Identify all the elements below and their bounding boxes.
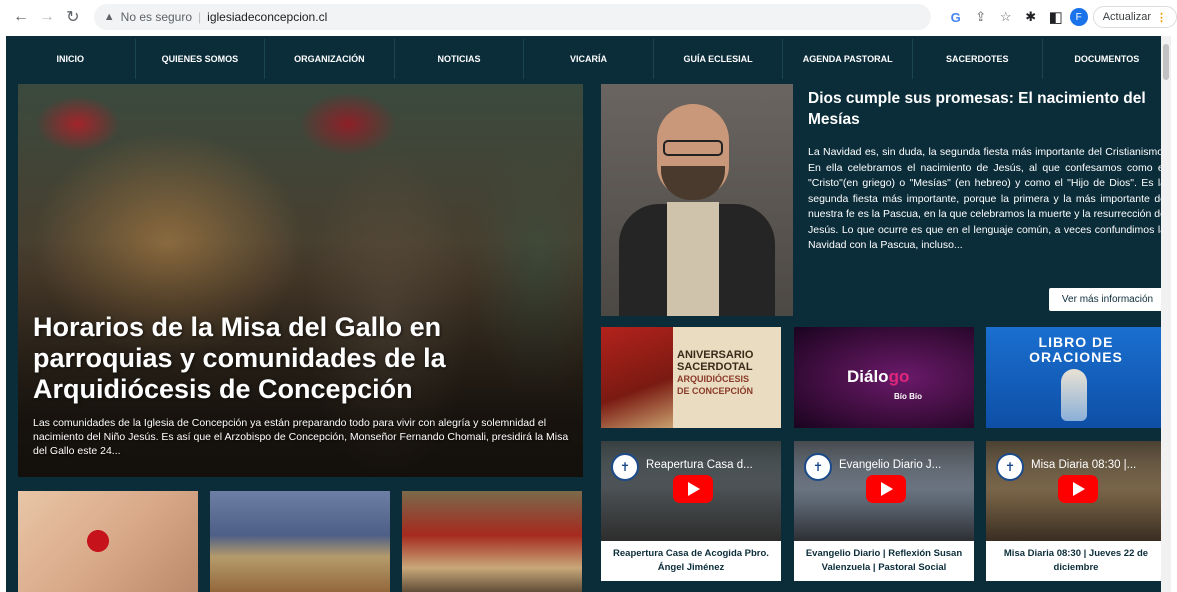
banner-dialogo-subtitle: Bío Bío <box>894 392 922 401</box>
channel-logo-icon[interactable]: ✝ <box>804 453 832 481</box>
browser-actions: G ⇪ ☆ ✱ ◧ F Actualizar ⋮ <box>945 6 1177 28</box>
news-thumbnail-pope[interactable] <box>402 491 582 592</box>
nav-documentos[interactable]: DOCUMENTOS <box>1043 39 1172 79</box>
forward-arrow-icon[interactable]: → <box>36 6 58 28</box>
hero-article[interactable]: Horarios de la Misa del Gallo en parroqu… <box>18 84 583 477</box>
banner-aniversario-sacerdotal[interactable]: ANIVERSARIO SACERDOTAL ARQUIDIÓCESIS DE … <box>601 327 781 428</box>
nav-guia-eclesial[interactable]: GUÍA ECLESIAL <box>654 39 784 79</box>
photo-glasses <box>663 140 723 156</box>
back-arrow-icon[interactable]: ← <box>10 6 32 28</box>
main-navigation: INICIO QUIENES SOMOS ORGANIZACIÓN NOTICI… <box>6 39 1171 79</box>
youtube-play-icon[interactable] <box>866 475 906 503</box>
banner-libro-title: LIBRO DE ORACIONES <box>1029 334 1123 365</box>
extensions-puzzle-icon[interactable]: ✱ <box>1020 6 1042 28</box>
browser-toolbar: ← → ↻ ▲ No es seguro | iglesiadeconcepci… <box>0 0 1177 34</box>
more-info-button[interactable]: Ver más información <box>1049 288 1166 311</box>
warning-icon[interactable]: ▲ <box>104 11 115 23</box>
google-translate-icon[interactable]: G <box>945 6 967 28</box>
side-panel-icon[interactable]: ◧ <box>1045 6 1067 28</box>
nav-quienes-somos[interactable]: QUIENES SOMOS <box>136 39 266 79</box>
hero-title[interactable]: Horarios de la Misa del Gallo en parroqu… <box>33 312 573 405</box>
url-separator: | <box>198 10 202 24</box>
virgin-statue-image <box>1061 369 1087 421</box>
nav-noticias[interactable]: NOTICIAS <box>395 39 525 79</box>
video-card[interactable]: ✝ Misa Diaria 08:30 |... Misa Diaria 08:… <box>986 441 1166 581</box>
channel-logo-icon[interactable]: ✝ <box>996 453 1024 481</box>
channel-logo-icon[interactable]: ✝ <box>611 453 639 481</box>
video-embed-title[interactable]: Misa Diaria 08:30 |... <box>1031 459 1159 471</box>
video-caption[interactable]: Reapertura Casa de Acogida Pbro. Ángel J… <box>605 547 777 575</box>
share-icon[interactable]: ⇪ <box>970 6 992 28</box>
video-caption[interactable]: Misa Diaria 08:30 | Jueves 22 de diciemb… <box>990 547 1162 575</box>
video-card[interactable]: ✝ Reapertura Casa d... Reapertura Casa d… <box>601 441 781 581</box>
video-card[interactable]: ✝ Evangelio Diario J... Evangelio Diario… <box>794 441 974 581</box>
news-thumbnail-heart-hands[interactable] <box>18 491 198 592</box>
video-embed-title[interactable]: Reapertura Casa d... <box>646 459 774 471</box>
scrollbar-thumb[interactable] <box>1163 44 1169 80</box>
page-scrollbar[interactable] <box>1161 36 1171 592</box>
news-thumbnail-nativity-play[interactable] <box>210 491 390 592</box>
nav-vicaria[interactable]: VICARÍA <box>524 39 654 79</box>
nav-agenda-pastoral[interactable]: AGENDA PASTORAL <box>783 39 913 79</box>
nav-organizacion[interactable]: ORGANIZACIÓN <box>265 39 395 79</box>
star-bookmark-icon[interactable]: ☆ <box>995 6 1017 28</box>
youtube-play-icon[interactable] <box>1058 475 1098 503</box>
address-bar[interactable]: ▲ No es seguro | iglesiadeconcepcion.cl <box>93 4 931 30</box>
video-embed-title[interactable]: Evangelio Diario J... <box>839 459 967 471</box>
kebab-menu-icon[interactable]: ⋮ <box>1156 11 1167 24</box>
banner-photo <box>601 327 673 428</box>
photo-sweater <box>667 202 719 316</box>
banner-libro-oraciones[interactable]: LIBRO DE ORACIONES <box>986 327 1166 428</box>
update-button[interactable]: Actualizar ⋮ <box>1092 6 1177 28</box>
featured-title[interactable]: Dios cumple sus promesas: El nacimiento … <box>808 88 1168 130</box>
hero-excerpt: Las comunidades de la Iglesia de Concepc… <box>33 417 569 457</box>
nav-sacerdotes[interactable]: SACERDOTES <box>913 39 1043 79</box>
video-caption[interactable]: Evangelio Diario | Reflexión Susan Valen… <box>798 547 970 575</box>
update-label: Actualizar <box>1102 11 1152 23</box>
banner-dialogo-title: Diálogo <box>847 367 910 386</box>
banner-dialogo[interactable]: Diálogo Bío Bío <box>794 327 974 428</box>
reload-icon[interactable]: ↻ <box>62 6 84 28</box>
youtube-play-icon[interactable] <box>673 475 713 503</box>
nav-inicio[interactable]: INICIO <box>6 39 136 79</box>
profile-avatar[interactable]: F <box>1069 8 1088 26</box>
banner-aniversario-text: ANIVERSARIO SACERDOTAL ARQUIDIÓCESIS DE … <box>677 349 754 396</box>
website-page: INICIO QUIENES SOMOS ORGANIZACIÓN NOTICI… <box>6 36 1171 592</box>
featured-body: La Navidad es, sin duda, la segunda fies… <box>808 146 1166 251</box>
url-text: iglesiadeconcepcion.cl <box>207 10 328 24</box>
security-label: No es seguro <box>120 10 193 24</box>
featured-author-photo[interactable] <box>601 84 793 316</box>
